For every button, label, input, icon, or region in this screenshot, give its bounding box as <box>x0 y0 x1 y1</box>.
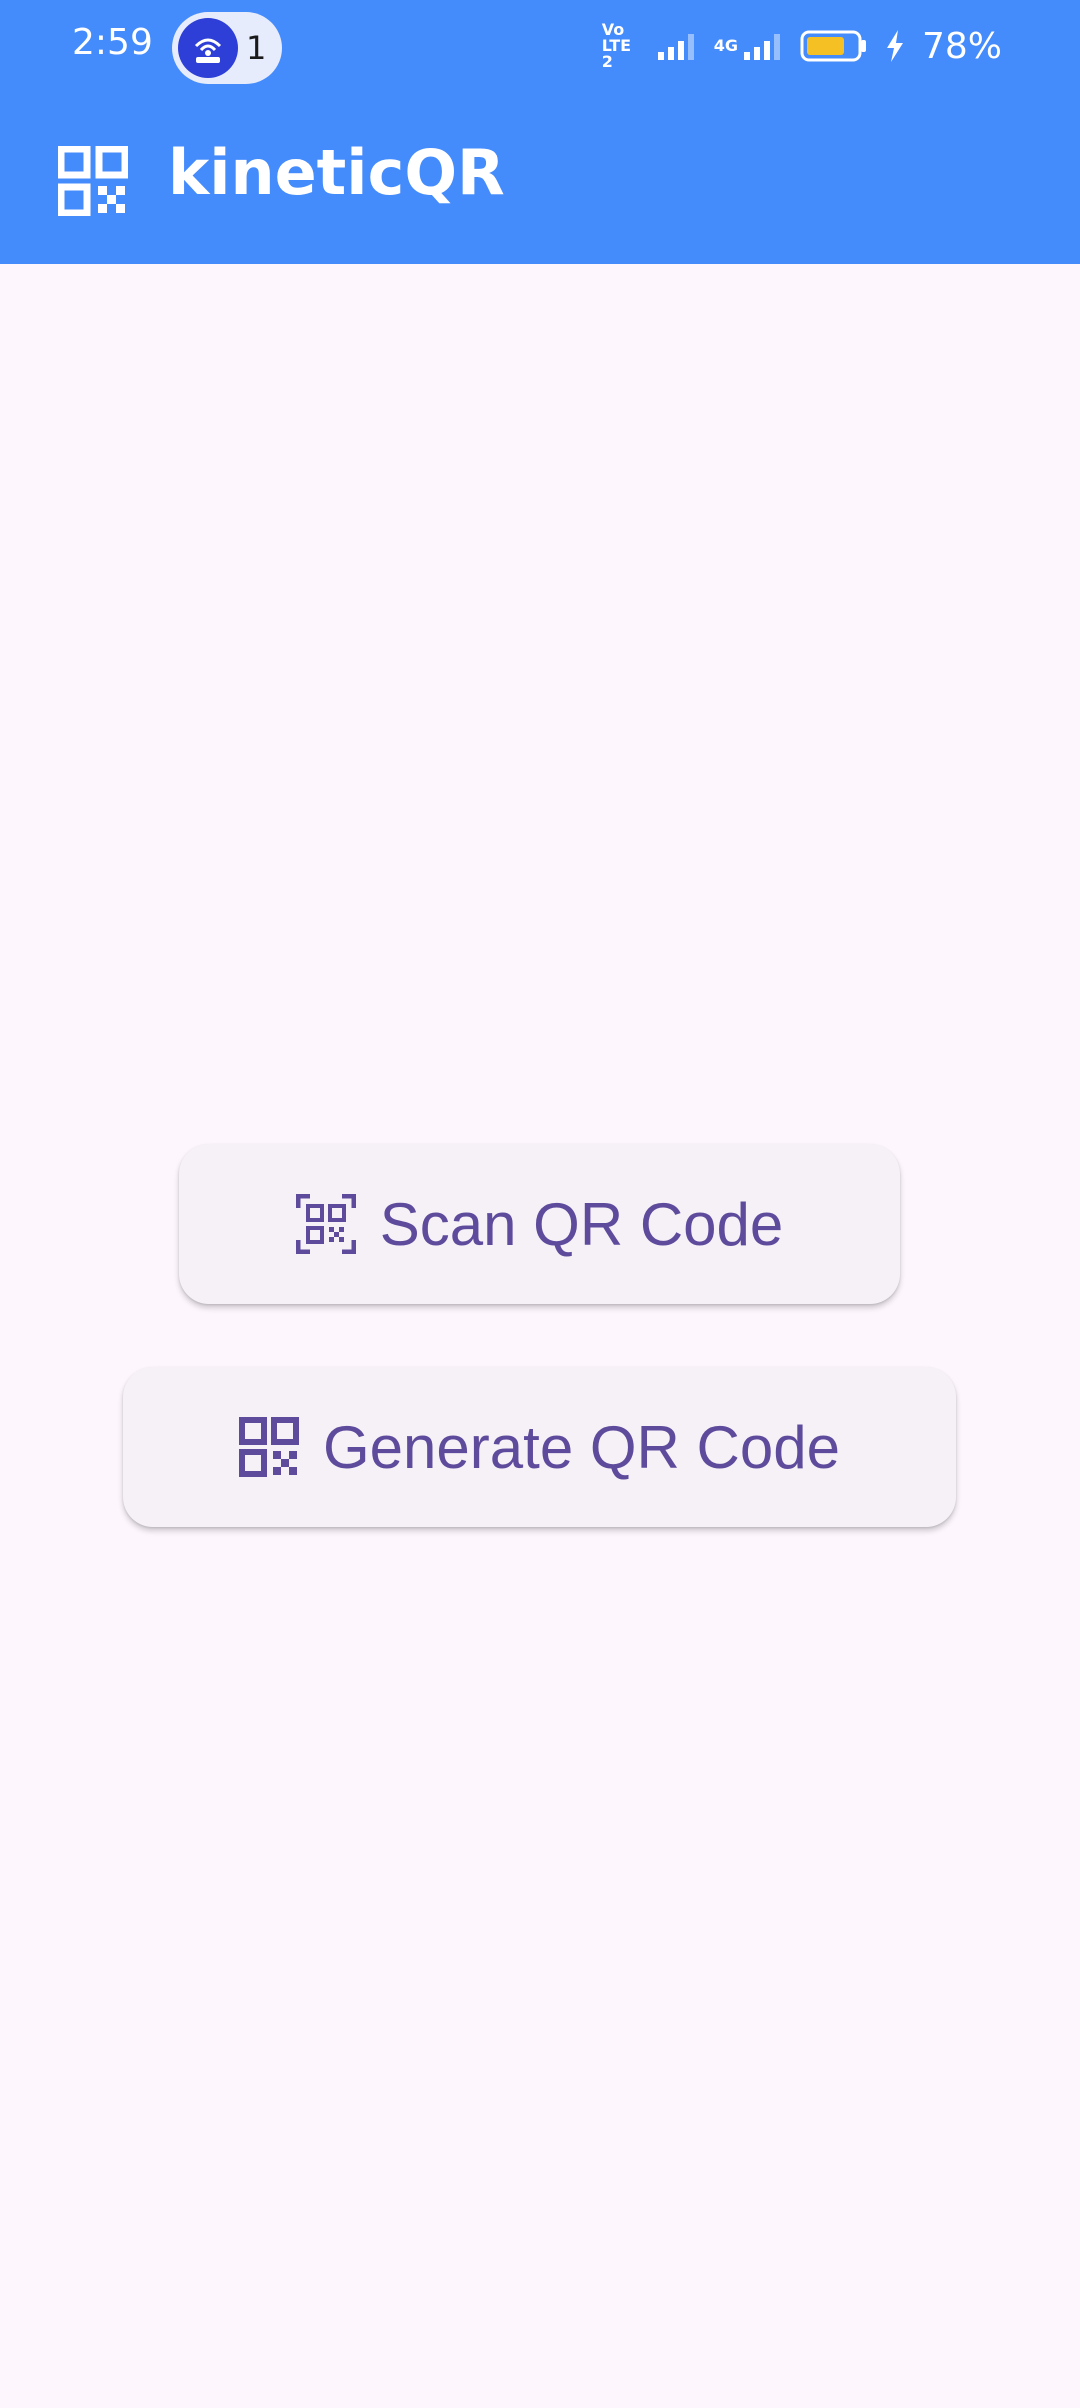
app-bar: kineticQR <box>0 98 1080 264</box>
battery-icon <box>800 30 866 62</box>
status-time: 2:59 <box>72 22 153 63</box>
status-icons: Vo LTE2 4G 78% <box>602 22 1002 70</box>
qr-code-icon <box>58 146 128 216</box>
hotspot-indicator[interactable]: 1 <box>172 12 282 84</box>
hotspot-count: 1 <box>246 29 267 67</box>
scan-qr-label: Scan QR Code <box>379 1190 784 1258</box>
signal-4g-icon: 4G <box>714 30 784 62</box>
generate-qr-button[interactable]: Generate QR Code <box>123 1367 956 1527</box>
qr-scan-icon <box>295 1194 356 1254</box>
app-title: kineticQR <box>168 136 505 209</box>
battery-percent: 78% <box>921 25 1002 67</box>
status-bar: 2:59 1 Vo LTE2 4G 78% <box>0 0 1080 98</box>
volte-icon: Vo LTE2 <box>601 20 632 71</box>
qr-code-icon <box>239 1417 300 1477</box>
scan-qr-button[interactable]: Scan QR Code <box>179 1144 900 1304</box>
signal-icon <box>657 34 694 60</box>
charging-icon <box>886 30 903 62</box>
main-content: Scan QR Code Generate QR Code <box>0 264 1080 2408</box>
generate-qr-label: Generate QR Code <box>323 1413 840 1481</box>
network-label: 4G <box>713 36 738 55</box>
hotspot-icon <box>178 18 238 78</box>
